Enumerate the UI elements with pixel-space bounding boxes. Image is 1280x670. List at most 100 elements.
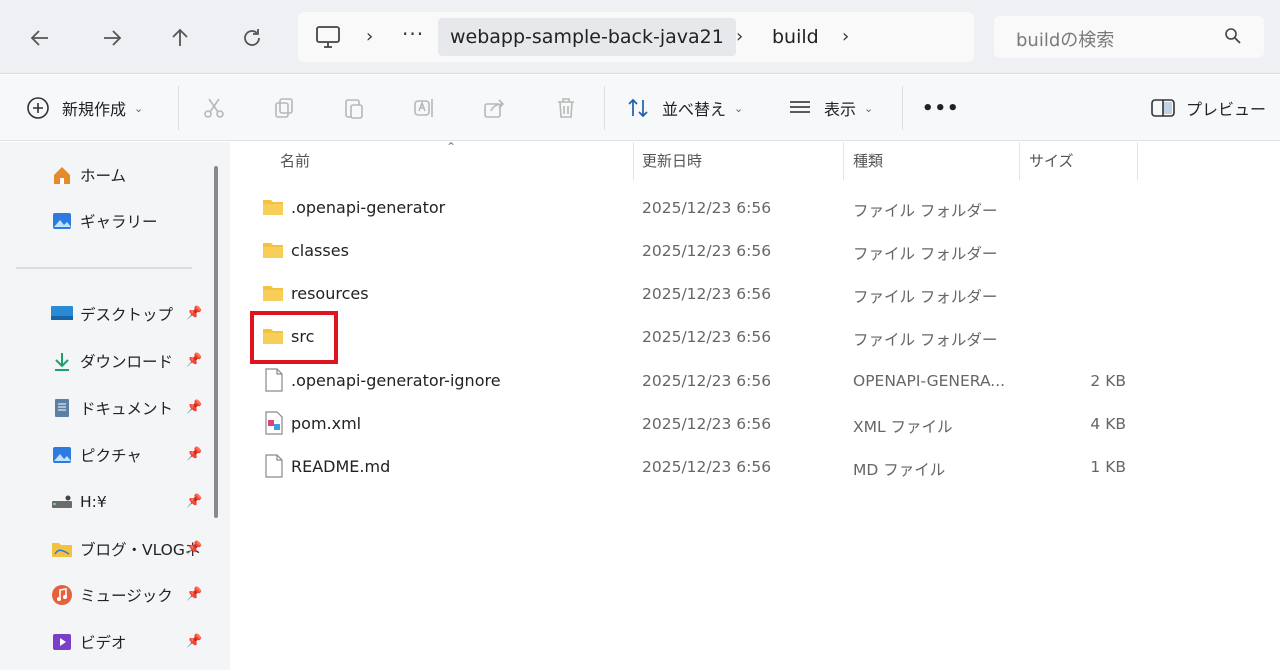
sidebar-item-label: ドキュメント xyxy=(80,400,174,418)
column-header-size[interactable]: サイズ xyxy=(1029,150,1074,171)
sidebar-item-label: デスクトップ xyxy=(80,306,174,324)
gallery-icon xyxy=(50,210,74,232)
sidebar-item-documents[interactable]: ドキュメント xyxy=(50,394,173,422)
chevron-down-icon: ⌄ xyxy=(734,101,744,115)
desktop-icon xyxy=(50,303,74,325)
file-icon xyxy=(265,368,283,392)
folder-icon xyxy=(263,286,283,301)
sidebar-item-label: ビデオ xyxy=(80,634,127,652)
file-size: 1 KB xyxy=(1090,458,1126,476)
forward-button[interactable] xyxy=(94,20,130,56)
sidebar-item-drive-h[interactable]: H:¥ xyxy=(50,488,107,516)
copy-button[interactable] xyxy=(270,94,298,122)
column-header-name[interactable]: 名前 xyxy=(280,150,310,171)
sidebar-item-music[interactable]: ミュージック xyxy=(50,581,173,609)
view-button-label: 表示 xyxy=(824,100,857,119)
file-date: 2025/12/23 6:56 xyxy=(642,328,772,346)
file-icon xyxy=(265,454,283,478)
file-name: resources xyxy=(291,284,369,303)
view-button[interactable]: 表示 ⌄ xyxy=(788,92,873,124)
column-header-type[interactable]: 種類 xyxy=(853,150,883,171)
more-options-button[interactable]: ••• xyxy=(922,92,960,124)
refresh-icon xyxy=(244,29,260,46)
file-name: classes xyxy=(291,241,349,260)
pin-icon[interactable]: 📌 xyxy=(186,494,202,509)
sidebar-item-label: ダウンロード xyxy=(80,353,174,371)
new-button-label: 新規作成 xyxy=(62,100,127,119)
this-pc-icon[interactable] xyxy=(314,24,342,50)
preview-pane-icon xyxy=(1151,99,1175,117)
breadcrumb-segment[interactable]: build xyxy=(760,18,831,56)
xml-file-icon xyxy=(265,411,283,435)
file-date: 2025/12/23 6:56 xyxy=(642,285,772,303)
pin-icon[interactable]: 📌 xyxy=(186,353,202,368)
file-type: MD ファイル xyxy=(853,461,946,479)
video-icon xyxy=(50,631,74,653)
sidebar-item-home[interactable]: ホーム xyxy=(50,161,126,189)
arrow-right-icon xyxy=(104,30,122,46)
breadcrumb-segment[interactable]: webapp-sample-back-java21 xyxy=(438,18,736,56)
delete-button[interactable] xyxy=(552,94,580,122)
pin-icon[interactable]: 📌 xyxy=(186,447,202,462)
navigation-scrollbar[interactable] xyxy=(214,166,218,518)
cut-button[interactable] xyxy=(200,94,228,122)
search-placeholder: buildの検索 xyxy=(1016,30,1115,51)
column-divider[interactable] xyxy=(1137,142,1138,180)
sidebar-item-pictures[interactable]: ピクチャ xyxy=(50,441,142,469)
column-divider[interactable] xyxy=(843,142,844,180)
pin-icon[interactable]: 📌 xyxy=(186,587,202,602)
document-icon xyxy=(50,397,74,419)
sidebar-item-label: ギャラリー xyxy=(80,213,158,231)
pin-icon[interactable]: 📌 xyxy=(186,400,202,415)
chevron-right-icon[interactable]: › xyxy=(736,26,743,47)
path-overflow-button[interactable]: ··· xyxy=(402,22,424,46)
file-type: OPENAPI-GENERA... xyxy=(853,372,1006,390)
sidebar-item-downloads[interactable]: ダウンロード xyxy=(50,347,173,375)
file-size: 2 KB xyxy=(1090,372,1126,390)
rename-button[interactable] xyxy=(410,94,438,122)
preview-button[interactable]: プレビュー xyxy=(1150,92,1266,124)
home-icon xyxy=(50,164,74,186)
sidebar-item-videos[interactable]: ビデオ xyxy=(50,628,127,656)
back-button[interactable] xyxy=(22,20,58,56)
up-button[interactable] xyxy=(162,20,198,56)
refresh-button[interactable] xyxy=(234,20,270,56)
new-button[interactable]: 新規作成 ⌄ xyxy=(26,92,143,124)
sidebar-item-blog-folder[interactable]: ブログ・VLOGネ xyxy=(50,535,200,563)
sidebar-item-desktop[interactable]: デスクトップ xyxy=(50,300,173,328)
column-divider[interactable] xyxy=(633,142,634,180)
file-date: 2025/12/23 6:56 xyxy=(642,415,772,433)
file-type: ファイル フォルダー xyxy=(853,245,998,263)
chevron-down-icon: ⌄ xyxy=(134,101,144,115)
file-name: README.md xyxy=(291,457,391,476)
pin-icon[interactable]: 📌 xyxy=(186,541,202,556)
file-name: .openapi-generator-ignore xyxy=(291,371,501,390)
sidebar-item-label: H:¥ xyxy=(80,493,107,511)
paste-button[interactable] xyxy=(340,94,368,122)
file-name: .openapi-generator xyxy=(291,198,446,217)
download-icon xyxy=(50,350,74,372)
arrow-left-icon xyxy=(30,30,48,46)
file-type: ファイル フォルダー xyxy=(853,202,998,220)
chevron-right-icon: › xyxy=(366,26,374,47)
column-header-date[interactable]: 更新日時 xyxy=(642,150,702,171)
sort-button[interactable]: 並べ替え ⌄ xyxy=(626,92,743,124)
file-date: 2025/12/23 6:56 xyxy=(642,242,772,260)
sidebar-item-label: ミュージック xyxy=(80,587,173,605)
toolbar-divider xyxy=(902,86,903,130)
file-date: 2025/12/23 6:56 xyxy=(642,458,772,476)
file-type: XML ファイル xyxy=(853,418,953,436)
pin-icon[interactable]: 📌 xyxy=(186,634,202,649)
sidebar-item-gallery[interactable]: ギャラリー xyxy=(50,207,158,235)
sidebar-item-label: ブログ・VLOGネ xyxy=(80,541,200,559)
plus-circle-icon xyxy=(27,97,49,119)
sort-ascending-icon: ⌃ xyxy=(446,140,457,154)
pin-icon[interactable]: 📌 xyxy=(186,306,202,321)
toolbar-divider xyxy=(604,86,605,130)
share-button[interactable] xyxy=(480,94,508,122)
search-icon[interactable] xyxy=(1224,27,1242,45)
chevron-right-icon[interactable]: › xyxy=(842,26,849,47)
column-divider[interactable] xyxy=(1019,142,1020,180)
rename-icon xyxy=(414,99,433,117)
sort-icon xyxy=(628,98,648,118)
